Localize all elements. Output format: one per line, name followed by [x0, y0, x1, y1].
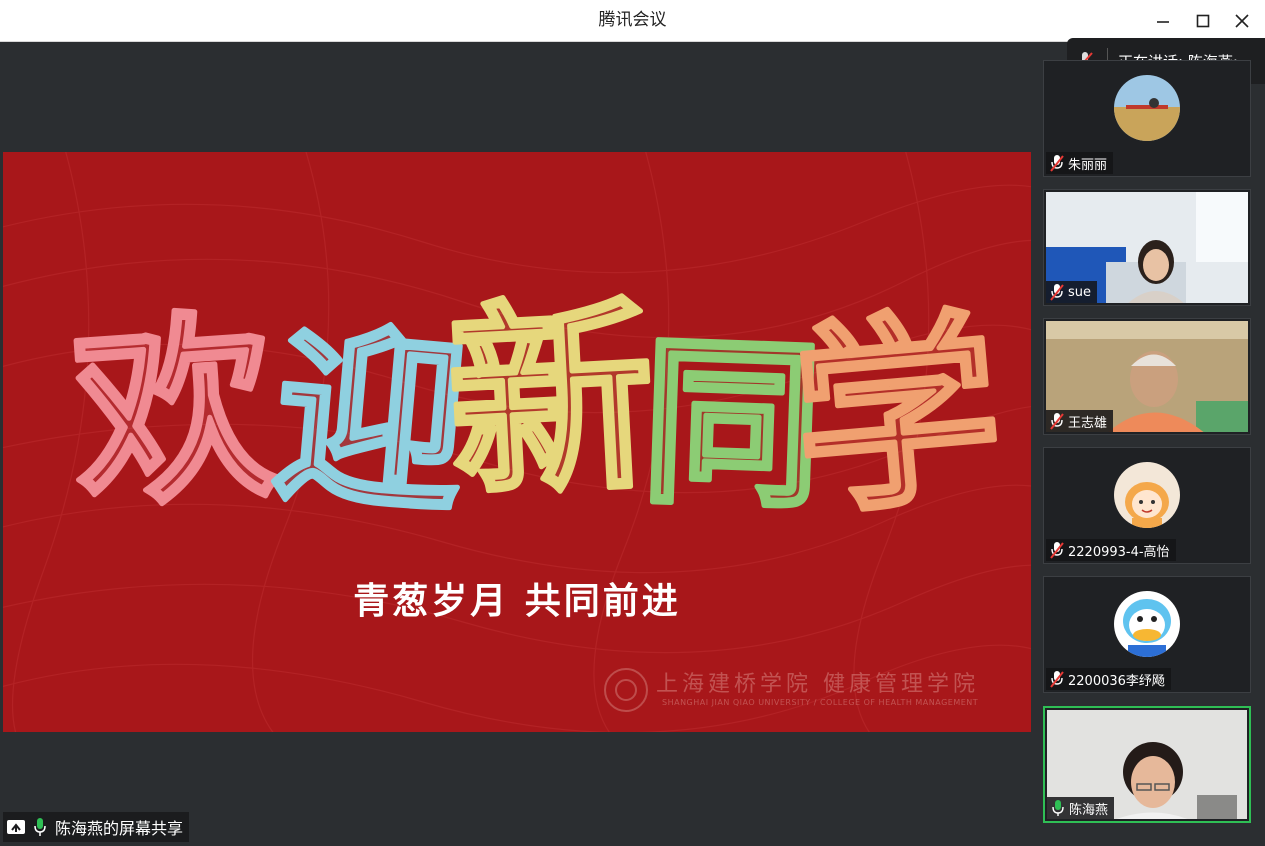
close-button[interactable] [1229, 8, 1255, 34]
participant-avatar [1114, 591, 1180, 657]
participant-tile-4[interactable]: 2220993-4-高怡 [1043, 447, 1251, 564]
participant-tile-2[interactable]: sue [1043, 189, 1251, 306]
share-screen-icon [5, 816, 27, 838]
participant-name-tag: sue [1046, 281, 1098, 303]
muted-mic-icon [1046, 410, 1068, 432]
microphone-on-icon [29, 816, 51, 838]
participant-name: 陈海燕 [1069, 802, 1109, 818]
participant-avatar [1114, 75, 1180, 141]
maximize-icon [1196, 14, 1210, 28]
maximize-button[interactable] [1190, 8, 1216, 34]
shared-slide: 欢 迎 新 同 学 青葱岁月 共同前进 上海建桥学院 健康管理学院 SHANGH… [3, 152, 1031, 732]
headline-char-2: 迎 [266, 303, 475, 540]
muted-mic-icon [1046, 539, 1068, 561]
minimize-button[interactable] [1150, 8, 1176, 34]
close-icon [1235, 14, 1249, 28]
title-bar: 腾讯会议 [0, 0, 1265, 42]
headline-char-1: 欢 [66, 290, 284, 537]
participant-name: 朱丽丽 [1068, 157, 1108, 173]
muted-mic-icon [1046, 668, 1068, 690]
minimize-icon [1157, 21, 1169, 23]
screen-share-owner: 陈海燕的屏幕共享 [55, 819, 184, 838]
participant-name: 王志雄 [1068, 415, 1108, 431]
participant-name-tag: 朱丽丽 [1046, 152, 1114, 174]
logo-english-text: SHANGHAI JIAN QIAO UNIVERSITY / COLLEGE … [662, 698, 979, 707]
microphone-on-icon [1047, 797, 1069, 819]
screen-share-label[interactable]: 陈海燕的屏幕共享 [3, 812, 190, 842]
participant-name-tag: 2200036李纾飏 [1046, 668, 1171, 690]
participant-name-tag: 2220993-4-高怡 [1046, 539, 1176, 561]
participant-name-tag: 陈海燕 [1047, 797, 1115, 819]
participant-name-tag: 王志雄 [1046, 410, 1114, 432]
logo-chinese-text: 上海建桥学院 健康管理学院 [656, 672, 979, 697]
muted-mic-icon [1046, 152, 1068, 174]
participant-name: sue [1068, 284, 1092, 300]
slide-subtitle: 青葱岁月 共同前进 [353, 581, 681, 622]
participant-avatar [1114, 462, 1180, 528]
muted-mic-icon [1046, 281, 1068, 303]
university-seal-icon [604, 668, 648, 712]
participant-tile-1[interactable]: 朱丽丽 [1043, 60, 1251, 177]
participant-name: 2200036李纾飏 [1068, 673, 1165, 689]
shared-screen-area: 欢 迎 新 同 学 青葱岁月 共同前进 上海建桥学院 健康管理学院 SHANGH… [3, 42, 1031, 843]
university-logo: 上海建桥学院 健康管理学院 SHANGHAI JIAN QIAO UNIVERS… [600, 664, 1020, 716]
window-title: 腾讯会议 [598, 10, 667, 30]
headline-char-5: 学 [785, 289, 1010, 544]
headline-char-3: 新 [443, 278, 660, 526]
participant-name: 2220993-4-高怡 [1068, 544, 1170, 560]
participant-tile-3[interactable]: 王志雄 [1043, 318, 1251, 435]
participant-tile-6-active-speaker[interactable]: 陈海燕 [1043, 706, 1251, 823]
participant-tile-5[interactable]: 2200036李纾飏 [1043, 576, 1251, 693]
welcome-headline: 欢 迎 新 同 学 [63, 275, 1013, 547]
